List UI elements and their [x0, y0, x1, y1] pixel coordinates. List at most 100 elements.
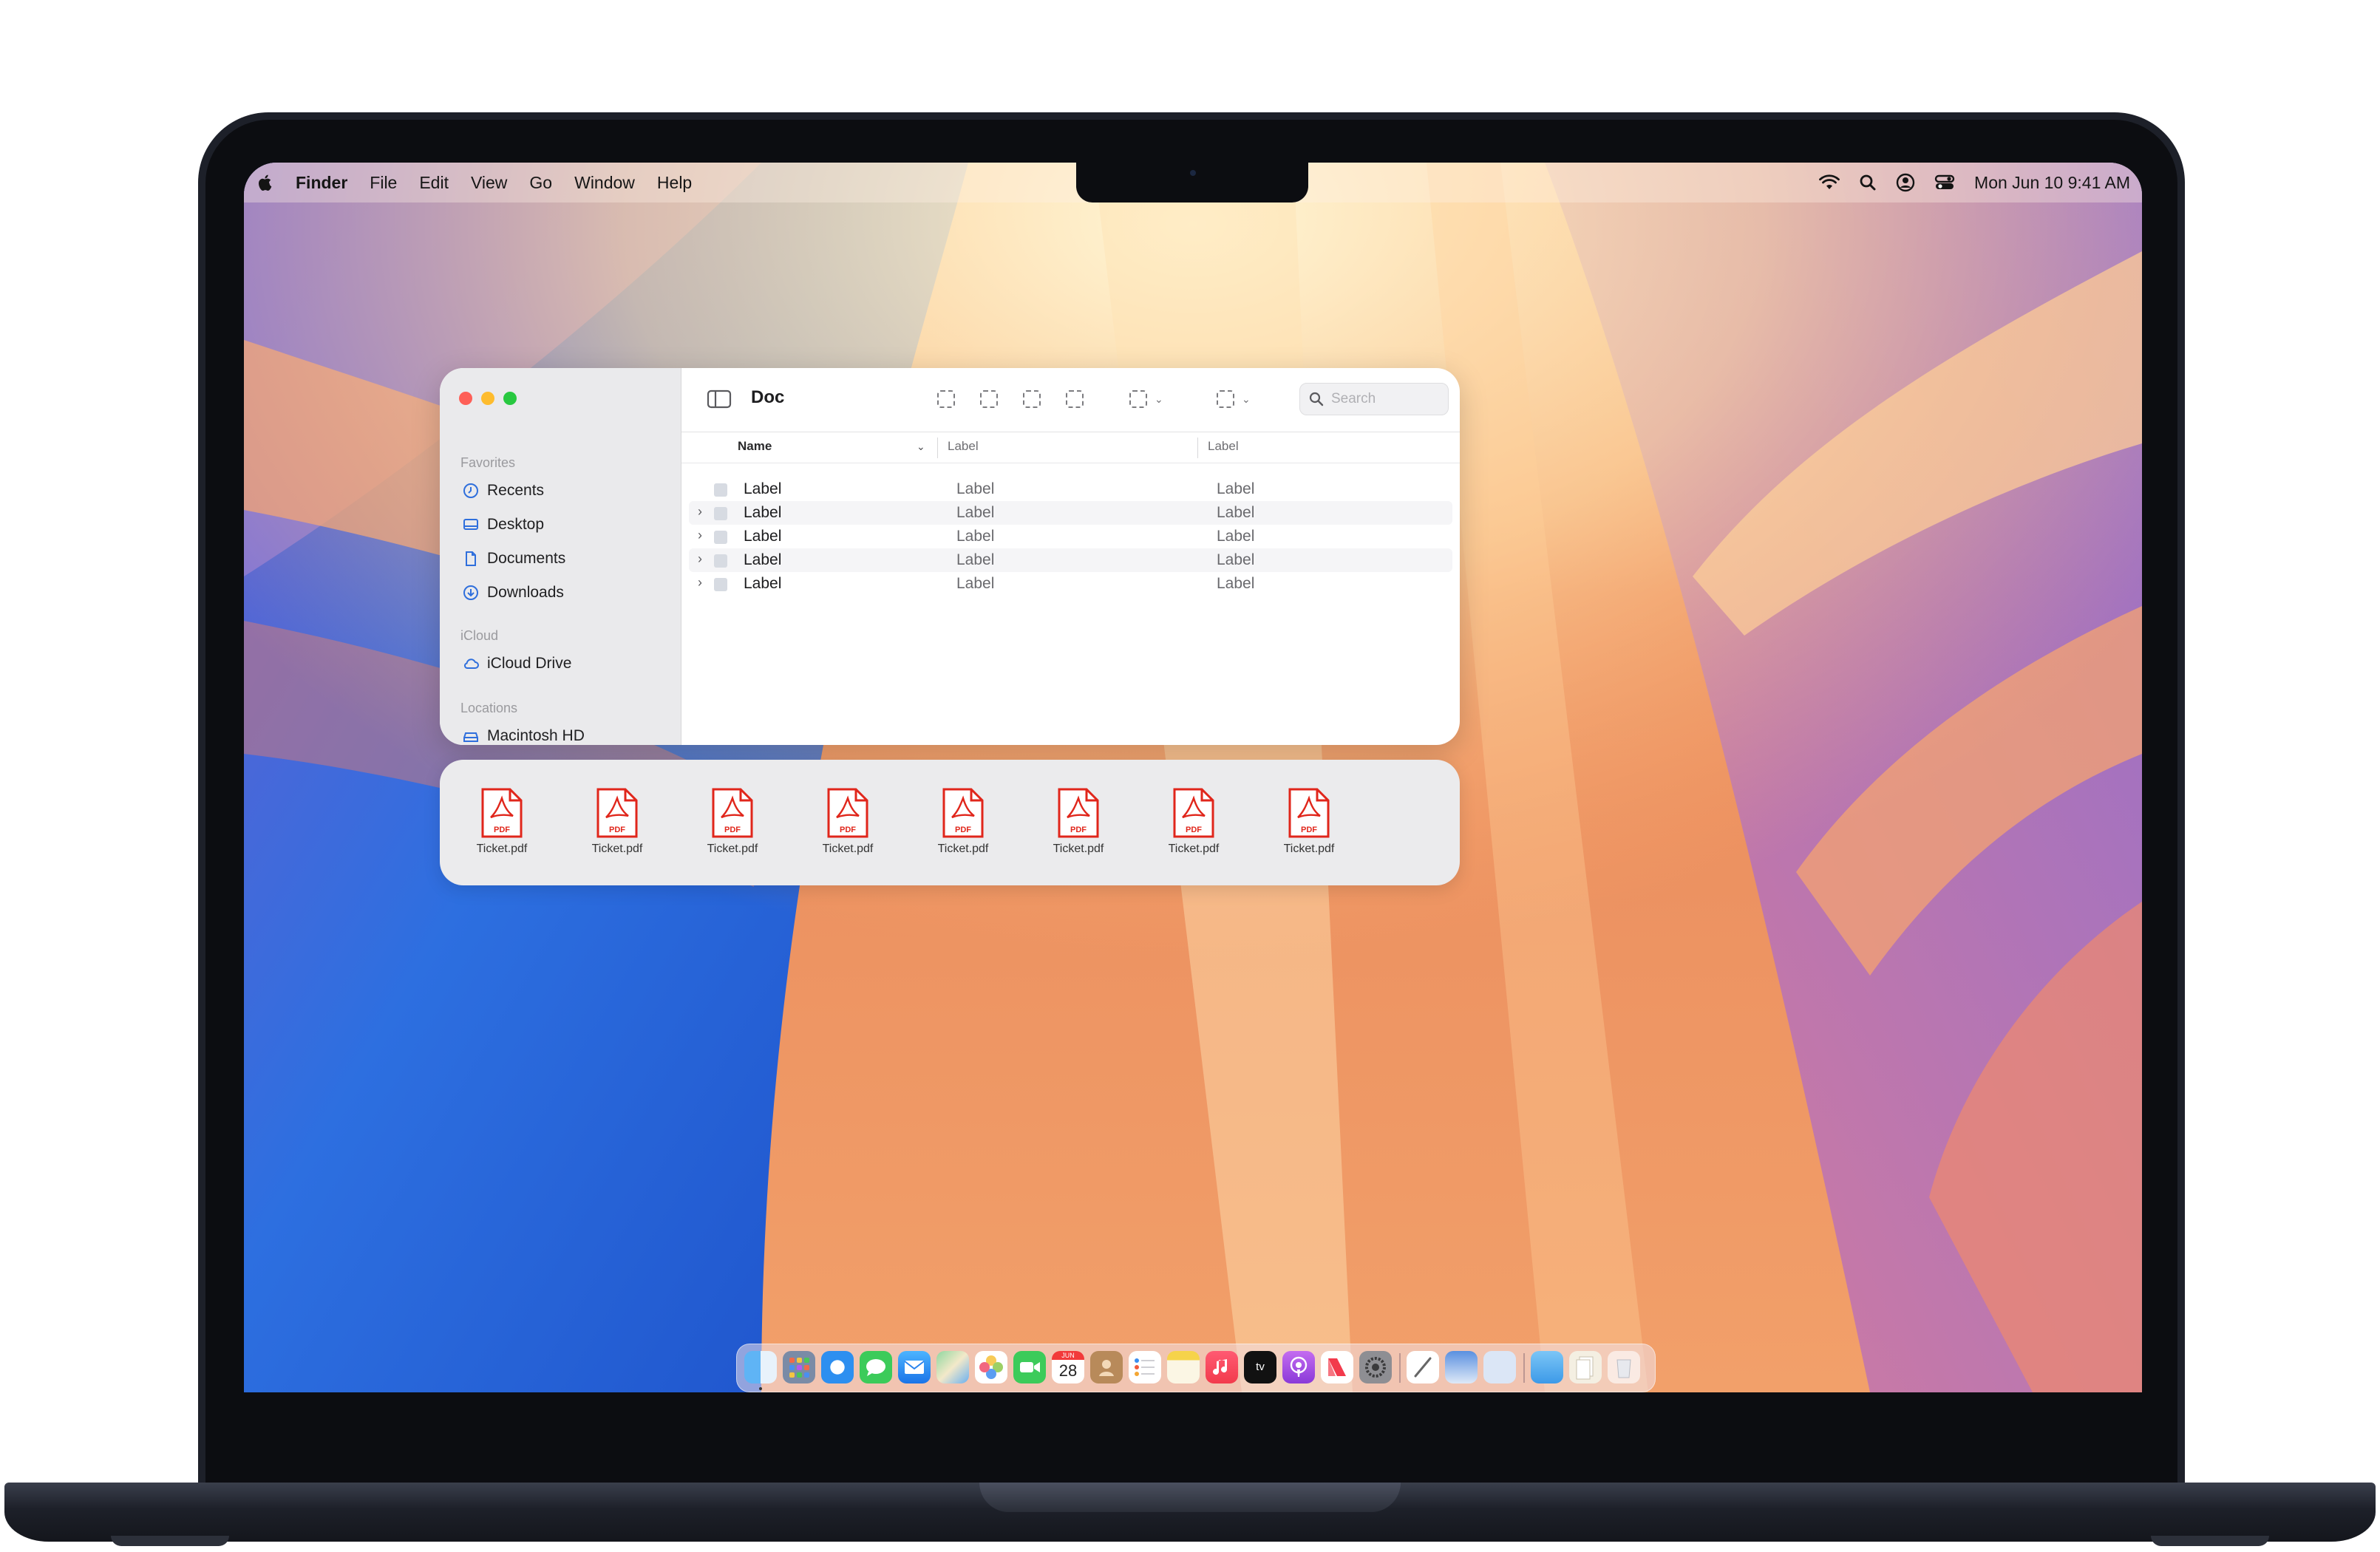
dock-music-icon[interactable] — [1206, 1351, 1238, 1383]
spotlight-search-icon[interactable] — [1859, 174, 1877, 191]
disclosure-chevron-icon[interactable]: › — [698, 551, 702, 567]
dock-launchpad-icon[interactable] — [783, 1351, 815, 1383]
disclosure-chevron-icon[interactable]: › — [698, 575, 702, 590]
sidebar-item-label: Desktop — [487, 516, 545, 533]
sidebar-item-label: Documents — [487, 550, 566, 567]
menu-help[interactable]: Help — [657, 173, 692, 193]
pdf-file-item[interactable]: PDF Ticket.pdf — [1034, 788, 1123, 856]
toolbar-placeholder-icon-2[interactable] — [980, 390, 998, 408]
control-center-icon[interactable] — [1934, 174, 1955, 191]
pdf-badge: PDF — [955, 826, 971, 834]
sidebar-toggle-icon[interactable] — [707, 389, 732, 409]
zoom-button[interactable] — [503, 392, 517, 405]
table-row[interactable]: › Label Label Label — [689, 572, 1452, 596]
dock-news-icon[interactable] — [1321, 1351, 1353, 1383]
minimize-button[interactable] — [481, 392, 494, 405]
sidebar-item-downloads[interactable]: Downloads — [462, 584, 564, 602]
dock-finder-icon[interactable] — [744, 1351, 777, 1383]
dock-separator — [1523, 1353, 1525, 1383]
disclosure-chevron-icon[interactable]: › — [698, 504, 702, 520]
dock-messages-icon[interactable] — [860, 1351, 892, 1383]
pdf-file-name: Ticket.pdf — [591, 843, 643, 855]
dock-trash-icon[interactable] — [1608, 1351, 1640, 1383]
dock: JUN 28 tv — [736, 1344, 1656, 1392]
row-name: Label — [744, 480, 782, 497]
dock-calendar-icon[interactable]: JUN 28 — [1052, 1351, 1084, 1383]
pdf-file-item[interactable]: PDF Ticket.pdf — [1149, 788, 1238, 856]
disclosure-chevron-icon[interactable]: › — [698, 528, 702, 543]
dock-photos-icon[interactable] — [975, 1351, 1007, 1383]
close-button[interactable] — [459, 392, 472, 405]
laptop-foot-left — [111, 1536, 229, 1546]
sidebar-item-desktop[interactable]: Desktop — [462, 516, 544, 534]
window-controls — [459, 392, 517, 405]
apple-menu-icon[interactable] — [259, 174, 273, 191]
dock-preview-icon[interactable] — [1445, 1351, 1478, 1383]
finder-window: Favorites Recents Desktop Documents Down… — [440, 368, 1460, 745]
sidebar-item-macintosh-hd[interactable]: Macintosh HD — [462, 727, 585, 745]
toolbar-menu-placeholder-icon-2[interactable] — [1217, 390, 1234, 408]
sidebar-item-documents[interactable]: Documents — [462, 550, 565, 568]
table-row[interactable]: › Label Label Label — [689, 525, 1452, 548]
dock-contacts-icon[interactable] — [1090, 1351, 1123, 1383]
dock-notes-icon[interactable] — [1167, 1351, 1200, 1383]
dock-documents-stack-icon[interactable] — [1569, 1351, 1602, 1383]
dock-facetime-icon[interactable] — [1013, 1351, 1046, 1383]
user-icon[interactable] — [1896, 173, 1915, 192]
camera — [1190, 170, 1196, 176]
table-row[interactable]: › Label Label Label — [689, 501, 1452, 525]
dock-maps-icon[interactable] — [936, 1351, 969, 1383]
pdf-file-item[interactable]: PDF Ticket.pdf — [688, 788, 777, 856]
toolbar-menu-placeholder-icon-1[interactable] — [1129, 390, 1147, 408]
dock-reminders-icon[interactable] — [1129, 1351, 1161, 1383]
table-row[interactable]: › Label Label Label — [689, 548, 1452, 572]
pdf-file-name: Ticket.pdf — [822, 843, 874, 855]
document-icon — [466, 551, 476, 566]
menu-edit[interactable]: Edit — [419, 173, 449, 193]
pdf-badge: PDF — [1186, 826, 1202, 834]
row-name: Label — [744, 528, 782, 545]
menu-go[interactable]: Go — [529, 173, 552, 193]
sort-chevron-down-icon[interactable]: ⌄ — [917, 440, 925, 453]
dock-tv-icon[interactable]: tv — [1244, 1351, 1276, 1383]
folder-icon — [714, 531, 727, 544]
dock-settings-icon[interactable] — [1359, 1351, 1392, 1383]
menu-file[interactable]: File — [370, 173, 397, 193]
menu-clock[interactable]: Mon Jun 10 9:41 AM — [1974, 173, 2130, 193]
pdf-file-item[interactable]: PDF Ticket.pdf — [803, 788, 892, 856]
wifi-icon[interactable] — [1819, 174, 1840, 191]
pdf-file-icon: PDF — [827, 788, 868, 838]
dock-blank-window-icon[interactable] — [1483, 1351, 1516, 1383]
dock-mail-icon[interactable] — [898, 1351, 931, 1383]
pdf-file-item[interactable]: PDF Ticket.pdf — [1265, 788, 1353, 856]
column-header-label-2[interactable]: Label — [1208, 439, 1239, 454]
sidebar-item-icloud-drive[interactable]: iCloud Drive — [462, 655, 571, 673]
dock-safari-icon[interactable] — [821, 1351, 854, 1383]
laptop-foot-right — [2151, 1536, 2269, 1546]
table-row[interactable]: Label Label Label — [689, 477, 1452, 501]
menu-window[interactable]: Window — [574, 173, 635, 193]
toolbar-placeholder-icon-1[interactable] — [937, 390, 955, 408]
file-shelf: PDF Ticket.pdf PDF Ticket.pdf PDF Ticket.pdf P… — [440, 760, 1460, 885]
pdf-file-item[interactable]: PDF Ticket.pdf — [919, 788, 1007, 856]
column-header-name[interactable]: Name — [738, 439, 772, 454]
sidebar-item-recents[interactable]: Recents — [462, 482, 544, 500]
column-divider[interactable] — [937, 438, 938, 458]
search-field[interactable]: Search — [1299, 383, 1449, 415]
dock-folder-icon[interactable] — [1531, 1351, 1563, 1383]
chevron-down-icon[interactable]: ⌄ — [1155, 393, 1163, 406]
chevron-down-icon[interactable]: ⌄ — [1242, 393, 1251, 406]
column-header-label-1[interactable]: Label — [948, 439, 979, 454]
column-divider[interactable] — [1197, 438, 1198, 458]
sidebar-item-label: Macintosh HD — [487, 727, 585, 744]
dock-freeform-icon[interactable] — [1407, 1351, 1439, 1383]
row-label-1: Label — [956, 480, 995, 497]
toolbar-placeholder-icon-4[interactable] — [1066, 390, 1084, 408]
toolbar-placeholder-icon-3[interactable] — [1023, 390, 1041, 408]
menu-view[interactable]: View — [471, 173, 507, 193]
menu-app-finder[interactable]: Finder — [296, 173, 347, 193]
dock-podcasts-icon[interactable] — [1282, 1351, 1315, 1383]
pdf-file-item[interactable]: PDF Ticket.pdf — [573, 788, 662, 856]
row-label-2: Label — [1217, 551, 1255, 568]
pdf-file-item[interactable]: PDF Ticket.pdf — [458, 788, 546, 856]
